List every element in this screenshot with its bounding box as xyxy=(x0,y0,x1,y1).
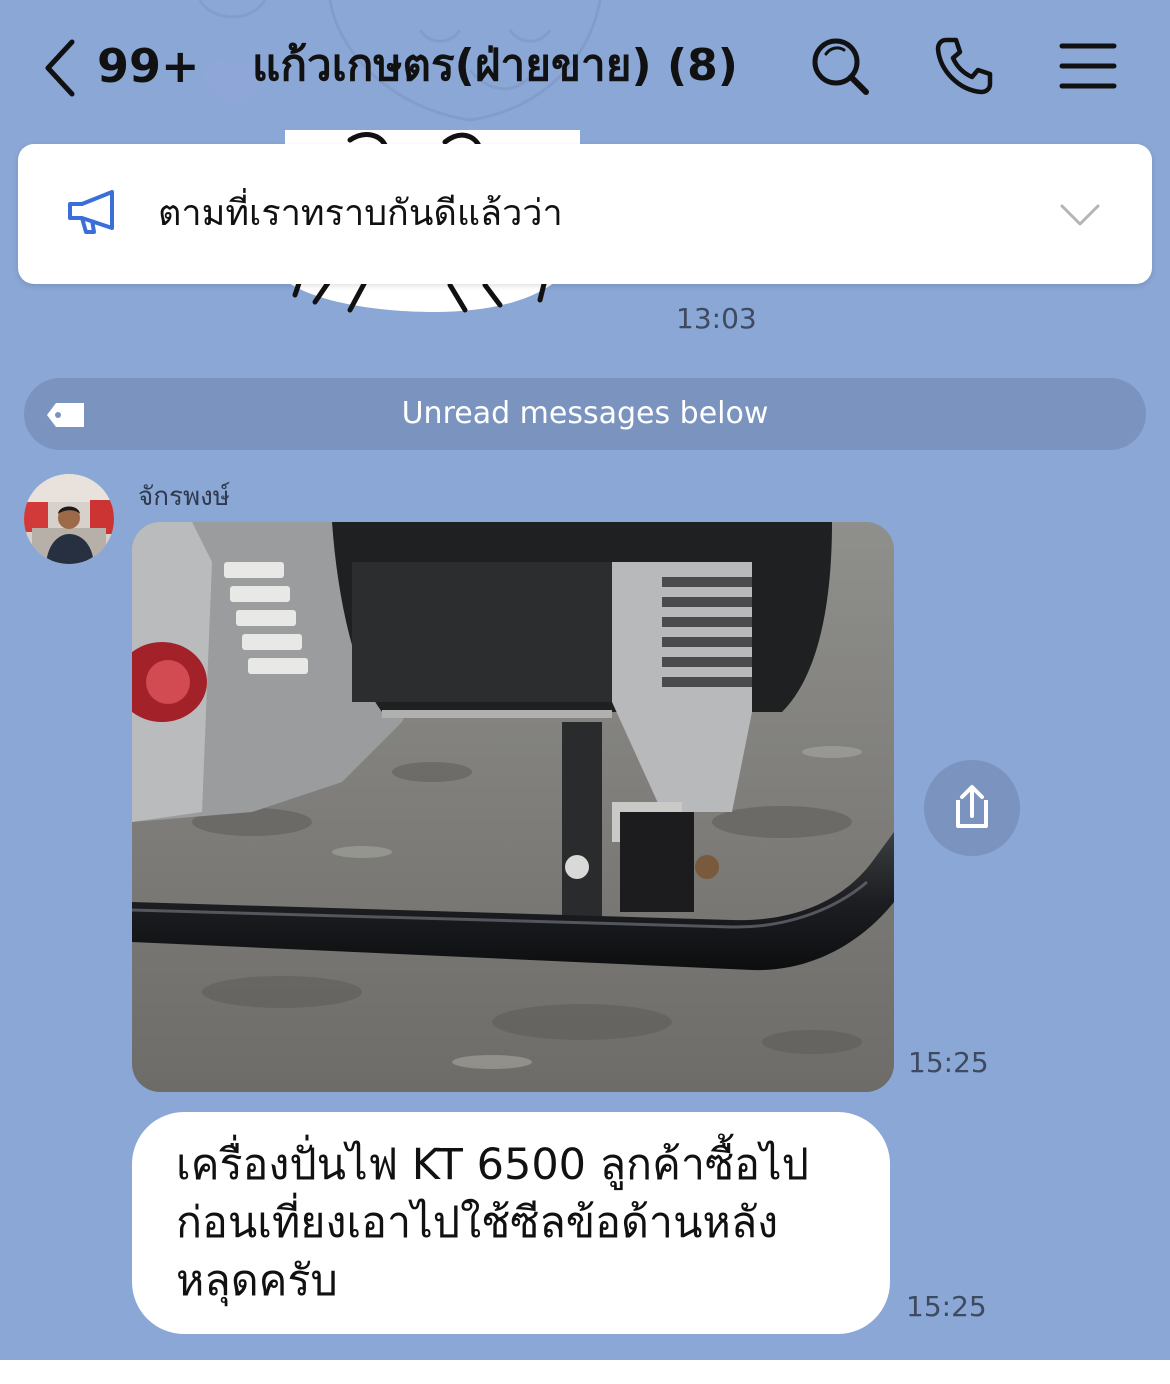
image-message[interactable] xyxy=(132,522,894,1092)
share-icon xyxy=(956,785,988,828)
message-time: 15:25 xyxy=(908,1046,989,1079)
chevron-left-icon[interactable] xyxy=(40,38,80,98)
avatar[interactable] xyxy=(24,474,114,564)
megaphone-icon xyxy=(68,190,114,234)
sender-name: จักรพงษ์ xyxy=(138,482,230,512)
chat-header: 99+ แก้วเกษตร(ฝ่ายขาย) (8) xyxy=(0,0,1170,135)
unread-count[interactable]: 99+ xyxy=(97,36,200,96)
chat-title[interactable]: แก้วเกษตร(ฝ่ายขาย) (8) xyxy=(252,36,738,96)
menu-icon[interactable] xyxy=(1056,34,1120,98)
message-line: ก่อนเที่ยงเอาไปใช้ซีลข้อด้านหลัง xyxy=(176,1198,779,1248)
message-time: 13:03 xyxy=(676,302,757,335)
announcement-text: ตามที่เราทราบกันดีแล้วว่า xyxy=(158,193,563,234)
message-line: หลุดครับ xyxy=(176,1256,338,1306)
avatar-photo xyxy=(24,474,114,564)
announcement-banner[interactable]: ตามที่เราทราบกันดีแล้วว่า xyxy=(18,144,1152,284)
message-text: เครื่องปั่นไฟ KT 6500 ลูกค้าซื้อไป ก่อนเ… xyxy=(176,1136,866,1310)
share-button[interactable] xyxy=(924,760,1020,856)
text-message-bubble[interactable]: เครื่องปั่นไฟ KT 6500 ลูกค้าซื้อไป ก่อนเ… xyxy=(132,1112,890,1334)
unread-divider: Unread messages below xyxy=(24,378,1146,450)
search-icon[interactable] xyxy=(808,34,872,98)
unread-divider-label: Unread messages below xyxy=(401,396,769,431)
message-line: เครื่องปั่นไฟ KT 6500 ลูกค้าซื้อไป xyxy=(176,1140,809,1190)
chevron-down-icon[interactable] xyxy=(1058,200,1102,230)
generator-photo xyxy=(132,522,894,1092)
phone-icon[interactable] xyxy=(932,34,996,98)
message-time: 15:25 xyxy=(906,1290,987,1323)
bottom-strip xyxy=(0,1360,1170,1384)
